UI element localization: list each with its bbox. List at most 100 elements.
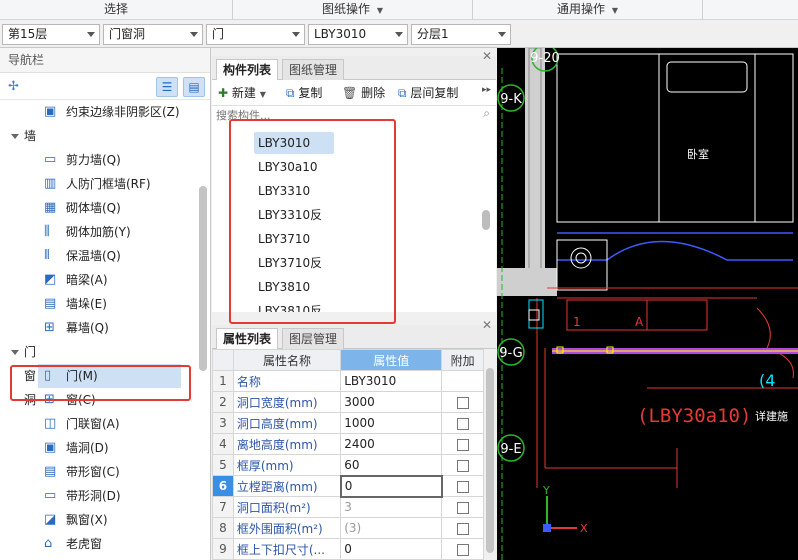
property-value[interactable]: 1000 bbox=[340, 412, 443, 434]
new-button[interactable]: ✚ 新建 ▼ bbox=[218, 84, 266, 102]
nav-item[interactable]: ◫ 门联窗(A) bbox=[0, 412, 195, 436]
property-row[interactable]: 1 名称 LBY3010 bbox=[212, 370, 484, 392]
nav-item[interactable]: ◩ 暗梁(A) bbox=[0, 268, 195, 292]
property-value-header[interactable]: 属性值 bbox=[340, 349, 443, 371]
extra-checkbox[interactable] bbox=[456, 522, 469, 535]
curtain-wall-icon: ⊞ bbox=[44, 320, 55, 335]
shear-wall-icon: ▭ bbox=[44, 152, 57, 167]
property-name: 洞口高度(mm) bbox=[232, 412, 342, 434]
close-icon[interactable]: ✕ bbox=[482, 318, 492, 332]
close-icon[interactable]: ✕ bbox=[482, 49, 492, 63]
property-name-header[interactable]: 属性名称 bbox=[232, 349, 342, 371]
ribbon-group-drawing-ops[interactable]: 图纸操作 ▼ bbox=[233, 0, 473, 20]
extra-checkbox[interactable] bbox=[456, 438, 469, 451]
collapse-triangle-icon[interactable] bbox=[11, 350, 19, 355]
ribbon-group-bar: 选择 图纸操作 ▼ 通用操作 ▼ bbox=[0, 0, 798, 20]
tab-layer-management[interactable]: 图层管理 bbox=[282, 328, 345, 349]
tab-label: 图层管理 bbox=[289, 332, 338, 346]
property-row[interactable]: 2 洞口宽度(mm) 3000 bbox=[212, 391, 484, 413]
highlight-component-list bbox=[229, 119, 396, 324]
copy-button[interactable]: ⧉ 复制 bbox=[286, 84, 322, 102]
property-scrollbar[interactable] bbox=[486, 368, 494, 553]
insulation-wall-icon: ⦀ bbox=[44, 248, 50, 263]
nav-item[interactable]: ⦀ 保温墙(Q) bbox=[0, 244, 195, 268]
nav-category-label: 墙 bbox=[24, 129, 37, 143]
chevron-down-icon bbox=[395, 32, 403, 37]
component-select[interactable]: LBY3010 bbox=[308, 24, 408, 45]
type-select[interactable]: 门 bbox=[206, 24, 305, 45]
chevron-down-icon bbox=[87, 32, 95, 37]
caret-down-icon: ▼ bbox=[611, 6, 618, 15]
axis-label-9-e: 9-E bbox=[500, 442, 521, 457]
property-tab-bar: 属性列表 图层管理 ✕ bbox=[212, 318, 496, 350]
property-value[interactable]: 3 bbox=[340, 496, 443, 518]
property-value[interactable]: 3000 bbox=[340, 391, 443, 413]
property-value[interactable]: 60 bbox=[340, 454, 443, 476]
nav-item[interactable]: ▭ 带形洞(D) bbox=[0, 484, 195, 508]
nav-item[interactable]: ▣ 墙洞(D) bbox=[0, 436, 195, 460]
add-icon[interactable]: ✢ bbox=[8, 79, 19, 94]
extra-checkbox[interactable] bbox=[456, 543, 469, 556]
floor-copy-button[interactable]: ⧉ 层间复制 bbox=[398, 84, 458, 102]
property-row[interactable]: 9 框上下扣尺寸(... 0 bbox=[212, 538, 484, 560]
nav-item[interactable]: ▣ 约束边缘非阴影区(Z) bbox=[0, 100, 195, 124]
property-row[interactable]: 3 洞口高度(mm) 1000 bbox=[212, 412, 484, 434]
tab-drawing-management[interactable]: 图纸管理 bbox=[282, 59, 345, 80]
new-icon: ✚ bbox=[218, 86, 229, 100]
nav-item[interactable]: ▭ 剪力墙(Q) bbox=[0, 148, 195, 172]
extra-checkbox[interactable] bbox=[456, 501, 469, 514]
nav-item[interactable]: ⊞ 幕墙(Q) bbox=[0, 316, 195, 340]
layer-select[interactable]: 分层1 bbox=[411, 24, 511, 45]
property-value[interactable]: 0 bbox=[340, 538, 443, 560]
nav-item[interactable]: ▤ 带形窗(C) bbox=[0, 460, 195, 484]
property-value[interactable]: 2400 bbox=[340, 433, 443, 455]
detail-view-icon[interactable]: ▤ bbox=[183, 77, 205, 97]
nav-item[interactable]: ▤ 墙垛(E) bbox=[0, 292, 195, 316]
tab-property-list[interactable]: 属性列表 bbox=[216, 328, 279, 350]
property-extra-header[interactable]: 附加 bbox=[441, 349, 484, 371]
category-select-value: 门窗洞 bbox=[109, 27, 146, 41]
component-list-scrollbar[interactable] bbox=[482, 210, 490, 230]
floor-select[interactable]: 第15层 bbox=[2, 24, 100, 45]
delete-button[interactable]: 🗑 删除 bbox=[342, 84, 385, 102]
overflow-icon[interactable]: ▸▸ bbox=[482, 85, 491, 95]
property-row[interactable]: 8 框外围面积(m²) (3) bbox=[212, 517, 484, 539]
nav-item[interactable]: ▦ 砌体墙(Q) bbox=[0, 196, 195, 220]
nav-item-label: 老虎窗 bbox=[66, 537, 103, 551]
caret-down-icon: ▼ bbox=[259, 90, 266, 99]
extra-checkbox[interactable] bbox=[456, 459, 469, 472]
nav-item[interactable]: ⫼ 砌体加筋(Y) bbox=[0, 220, 195, 244]
nav-item[interactable]: ⌂ 老虎窗 bbox=[0, 532, 195, 556]
extra-checkbox[interactable] bbox=[456, 480, 469, 493]
property-value[interactable]: LBY3010 bbox=[340, 370, 443, 392]
property-row-number: 7 bbox=[212, 496, 234, 518]
ribbon-group-general-ops[interactable]: 通用操作 ▼ bbox=[473, 0, 703, 20]
property-extra-cell bbox=[441, 370, 484, 392]
nav-item[interactable]: ◪ 飘窗(X) bbox=[0, 508, 195, 532]
property-value[interactable]: (3) bbox=[340, 517, 443, 539]
drawing-canvas[interactable]: 9-20 9-K 9-G 9-E 卧室 (LBY30a10) 详建施 A 1 (… bbox=[497, 48, 798, 560]
property-table: 属性名称 属性值 附加 1 名称 LBY3010 2 洞口宽度(mm) 3000 3 洞口高度… bbox=[212, 349, 484, 560]
list-view-icon[interactable]: ☰ bbox=[156, 77, 178, 97]
property-row-number: 1 bbox=[212, 370, 234, 392]
property-row-number: 2 bbox=[212, 391, 234, 413]
nav-toolbar: ✢ ☰ ▤ bbox=[0, 73, 210, 100]
property-row[interactable]: 7 洞口面积(m²) 3 bbox=[212, 496, 484, 518]
extra-checkbox[interactable] bbox=[456, 417, 469, 430]
property-row[interactable]: 5 框厚(mm) 60 bbox=[212, 454, 484, 476]
property-row[interactable]: 4 离地高度(mm) 2400 bbox=[212, 433, 484, 455]
category-select[interactable]: 门窗洞 bbox=[103, 24, 203, 45]
property-row[interactable]: 6 立樘距离(mm) 0 bbox=[212, 474, 484, 498]
extra-checkbox[interactable] bbox=[456, 396, 469, 409]
tab-component-list[interactable]: 构件列表 bbox=[216, 59, 279, 81]
collapse-triangle-icon[interactable] bbox=[11, 134, 19, 139]
property-value[interactable]: 0 bbox=[339, 474, 443, 498]
property-row-number: 8 bbox=[212, 517, 234, 539]
property-name: 立樘距离(mm) bbox=[232, 475, 342, 497]
cad-drawing[interactable]: 9-20 9-K 9-G 9-E 卧室 (LBY30a10) 详建施 A 1 (… bbox=[497, 48, 798, 560]
property-row-number: 5 bbox=[212, 454, 234, 476]
nav-item[interactable]: ▥ 人防门框墙(RF) bbox=[0, 172, 195, 196]
nav-scrollbar[interactable] bbox=[199, 186, 207, 371]
search-icon[interactable]: ⌕ bbox=[483, 106, 490, 121]
highlight-door-item bbox=[10, 365, 191, 401]
